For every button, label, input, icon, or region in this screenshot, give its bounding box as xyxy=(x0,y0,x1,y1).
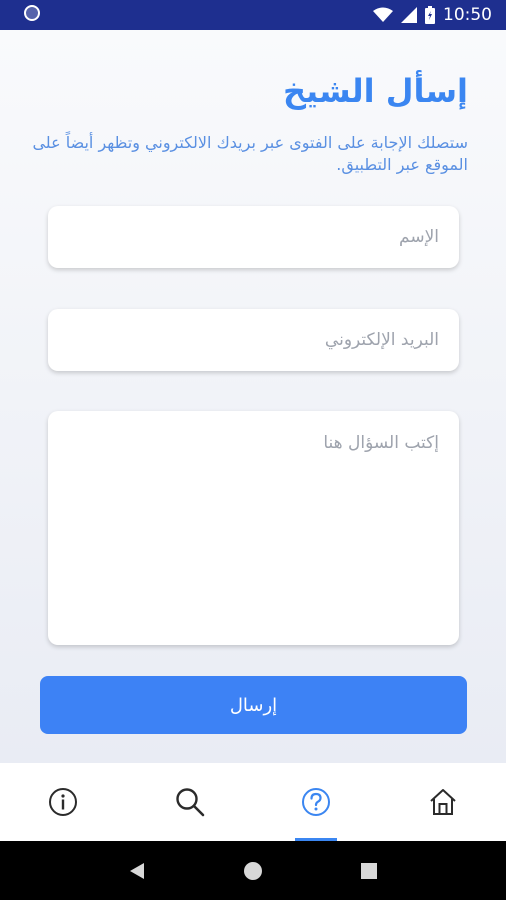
search-icon xyxy=(176,788,205,817)
name-input[interactable]: الإسم xyxy=(48,206,459,268)
page-subtitle: ستصلك الإجابة على الفتوى عبر بريدك الالك… xyxy=(32,133,468,174)
nav-item-info[interactable] xyxy=(0,763,127,841)
ask-sheikh-form: إسأل الشيخ ستصلك الإجابة على الفتوى عبر … xyxy=(0,30,506,763)
nav-item-home[interactable] xyxy=(380,763,506,841)
question-icon xyxy=(302,788,331,816)
battery-icon xyxy=(425,6,435,24)
android-nav-bar xyxy=(0,841,506,900)
info-icon xyxy=(49,788,78,816)
email-placeholder: البريد الإلكتروني xyxy=(324,330,439,350)
notification-dot-icon xyxy=(24,5,40,21)
email-input[interactable]: البريد الإلكتروني xyxy=(48,309,459,371)
submit-button[interactable]: إرسال xyxy=(40,676,467,734)
wifi-icon xyxy=(373,7,393,22)
name-placeholder: الإسم xyxy=(399,227,439,247)
question-placeholder: إكتب السؤال هنا xyxy=(323,433,439,453)
nav-item-search[interactable] xyxy=(127,763,254,841)
recents-icon[interactable] xyxy=(360,862,378,880)
submit-label: إرسال xyxy=(229,694,278,716)
status-bar: 10:50 xyxy=(0,0,506,30)
home-icon xyxy=(430,789,456,815)
back-icon[interactable] xyxy=(128,861,146,881)
page-title: إسأل الشيخ xyxy=(282,72,468,110)
nav-item-ask[interactable] xyxy=(253,763,380,841)
status-time: 10:50 xyxy=(443,5,492,25)
home-circle-icon[interactable] xyxy=(243,861,263,881)
question-textarea[interactable]: إكتب السؤال هنا xyxy=(48,411,459,645)
bottom-nav xyxy=(0,763,506,841)
signal-icon xyxy=(401,7,417,23)
